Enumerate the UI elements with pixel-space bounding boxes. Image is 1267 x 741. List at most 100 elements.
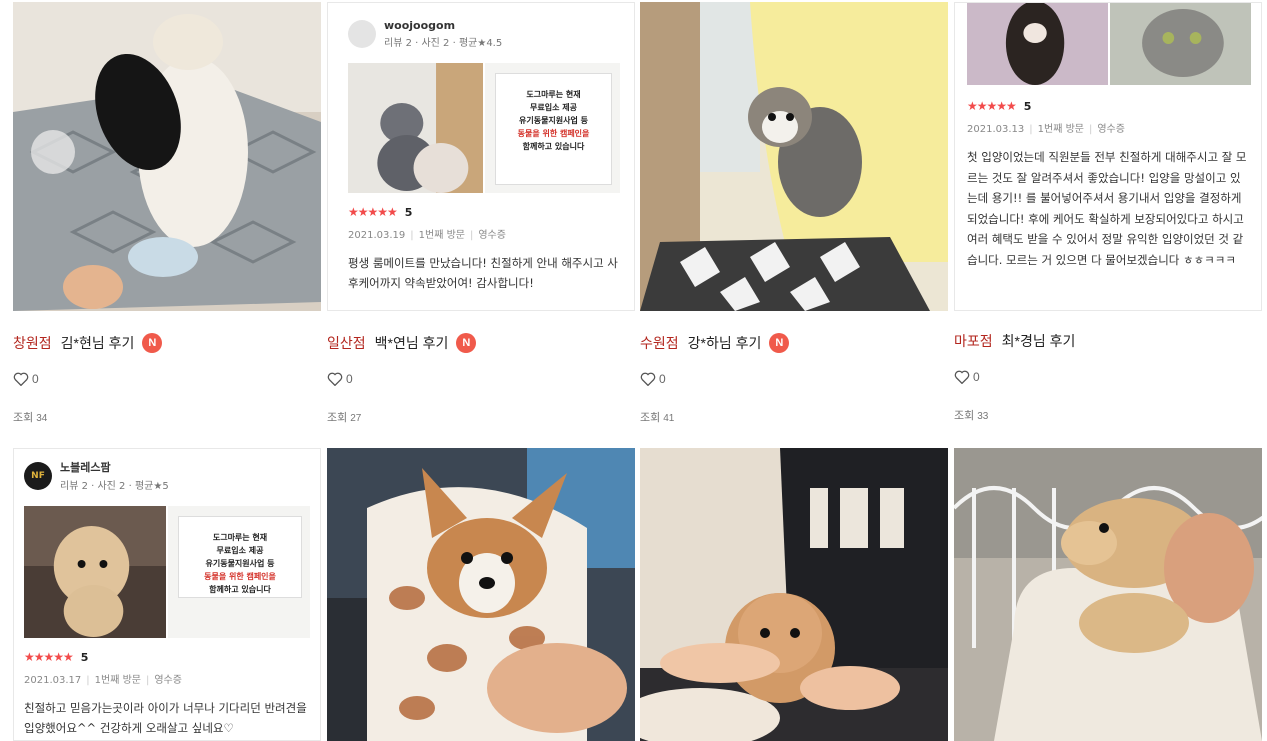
- review-screenshot: NF 노블레스팜 리뷰 2 · 사진 2 · 평균★5 도그마루는 현재 무료입…: [14, 449, 320, 740]
- notice-line: 무료입소 제공: [530, 103, 577, 112]
- notice-line: 함께하고 있습니다: [522, 142, 585, 151]
- new-badge: N: [769, 333, 790, 353]
- rating: ★★★★★ 5: [967, 99, 1251, 113]
- avatar: [348, 20, 376, 48]
- notice-photo: 도그마루는 현재 무료입소 제공 유기동물지원사업 등 동물을 위한 캠페인을 …: [168, 506, 310, 638]
- rating-score: 5: [1023, 99, 1032, 113]
- visit-count: 1번째 방문: [418, 230, 465, 241]
- review-screenshot: woojoogom 리뷰 2 · 사진 2 · 평균★4.5 도그마루는 현재 …: [328, 3, 634, 310]
- notice-line: 동물을 위한 캠페인을: [517, 129, 590, 138]
- author-name: 강*하님 후기: [687, 335, 762, 351]
- notice-line: 유기동물지원사업 등: [205, 559, 275, 568]
- review-title[interactable]: 수원점 강*하님 후기 N: [640, 332, 790, 354]
- avatar: NF: [24, 461, 52, 490]
- notice-line: 도그마루는 현재: [212, 533, 268, 542]
- view-count: 조회 33: [954, 407, 988, 423]
- review-photo[interactable]: woojoogom 리뷰 2 · 사진 2 · 평균★4.5 도그마루는 현재 …: [327, 2, 635, 311]
- like-count: 0: [32, 372, 39, 386]
- view-label: 조회: [640, 412, 661, 424]
- view-number: 34: [36, 413, 48, 424]
- review-screenshot: ★★★★★ 5 2021.03.13 | 1번째 방문 | 영수증 첫 입양이었는데 직…: [955, 3, 1261, 310]
- review-title[interactable]: 창원점 김*현님 후기 N: [13, 332, 163, 354]
- visit-count: 1번째 방문: [1037, 124, 1084, 135]
- poodle-photo-image: [640, 448, 948, 741]
- rating-score: 5: [404, 205, 413, 219]
- new-badge: N: [456, 333, 477, 353]
- golden-puppy-photo-image: [954, 448, 1262, 741]
- review-photo[interactable]: [640, 2, 948, 311]
- view-label: 조회: [954, 410, 975, 422]
- like-button[interactable]: 0: [954, 370, 980, 384]
- reviewer-name: 노블레스팜: [60, 461, 111, 474]
- heart-icon: [13, 372, 29, 386]
- kitten-photo: [348, 63, 483, 193]
- branch-name: 일산점: [327, 335, 366, 351]
- reviewer-stats: 리뷰 2 · 사진 2 · 평균★4.5: [384, 38, 503, 49]
- notice-line: 유기동물지원사업 등: [518, 116, 589, 125]
- branch-name: 수원점: [640, 335, 679, 351]
- cat-photo: [967, 3, 1108, 85]
- view-number: 27: [350, 413, 362, 424]
- review-title[interactable]: 마포점 최*경님 후기: [954, 330, 1075, 352]
- review-photo[interactable]: [640, 448, 948, 741]
- review-photo[interactable]: ★★★★★ 5 2021.03.13 | 1번째 방문 | 영수증 첫 입양이었는데 직…: [954, 2, 1262, 311]
- review-date: 2021.03.13: [967, 124, 1025, 135]
- review-info: 2021.03.17 | 1번째 방문 | 영수증: [24, 675, 182, 686]
- view-label: 조회: [13, 412, 34, 424]
- author-name: 김*현님 후기: [60, 335, 135, 351]
- view-count: 조회 41: [640, 409, 674, 425]
- star-icon: ★★★★★: [24, 650, 74, 664]
- reviewer-name: woojoogom: [384, 19, 456, 32]
- like-button[interactable]: 0: [13, 372, 39, 386]
- notice-photo: 도그마루는 현재 무료입소 제공 유기동물지원사업 등 동물을 위한 캠페인을 …: [485, 63, 620, 193]
- review-info: 2021.03.13 | 1번째 방문 | 영수증: [967, 124, 1125, 135]
- review-text: 친절하고 믿음가는곳이라 아이가 너무나 기다리던 반려견을 입양했어요^^ 건…: [24, 701, 307, 735]
- rating-score: 5: [80, 650, 89, 664]
- corgi-photo-image: [327, 448, 635, 741]
- like-count: 0: [973, 370, 980, 384]
- heart-icon: [640, 372, 656, 386]
- author-name: 최*경님 후기: [1001, 333, 1076, 349]
- review-photo[interactable]: [13, 2, 321, 311]
- receipt-label: 영수증: [1097, 124, 1125, 135]
- view-number: 33: [977, 411, 989, 422]
- notice-line: 도그마루는 현재: [526, 90, 581, 99]
- rating: ★★★★★ 5: [24, 650, 310, 664]
- review-photo[interactable]: [327, 448, 635, 741]
- review-title[interactable]: 일산점 백*연님 후기 N: [327, 332, 477, 354]
- notice-line: 무료입소 제공: [216, 546, 264, 555]
- branch-name: 마포점: [954, 333, 993, 349]
- review-text: 첫 입양이었는데 직원분들 전부 친절하게 대해주시고 잘 모르는 것도 잘 알…: [967, 150, 1247, 267]
- author-name: 백*연님 후기: [374, 335, 449, 351]
- heart-icon: [327, 372, 343, 386]
- reviewer-stats: 리뷰 2 · 사진 2 · 평균★5: [60, 481, 169, 492]
- puppy-photo-image: [13, 2, 321, 311]
- heart-icon: [954, 370, 970, 384]
- notice-line: 함께하고 있습니다: [209, 585, 271, 594]
- notice-line: 동물을 위한 캠페인을: [204, 572, 276, 581]
- review-date: 2021.03.17: [24, 675, 82, 686]
- new-badge: N: [142, 333, 163, 353]
- review-photo[interactable]: [954, 448, 1262, 741]
- branch-name: 창원점: [13, 335, 52, 351]
- view-number: 41: [663, 413, 675, 424]
- view-count: 조회 34: [13, 409, 47, 425]
- like-button[interactable]: 0: [640, 372, 666, 386]
- review-text: 평생 룸메이트를 만났습니다! 친절하게 안내 해주시고 사후케어까지 약속받았…: [348, 256, 618, 290]
- kitten-photo-image: [640, 2, 948, 311]
- cat-photo: [1110, 3, 1251, 85]
- star-icon: ★★★★★: [348, 205, 398, 219]
- review-info: 2021.03.19 | 1번째 방문 | 영수증: [348, 230, 506, 241]
- star-icon: ★★★★★: [967, 99, 1017, 113]
- review-photo[interactable]: NF 노블레스팜 리뷰 2 · 사진 2 · 평균★5 도그마루는 현재 무료입…: [13, 448, 321, 741]
- view-label: 조회: [327, 412, 348, 424]
- review-date: 2021.03.19: [348, 230, 406, 241]
- poodle-photo: [24, 506, 166, 638]
- like-count: 0: [659, 372, 666, 386]
- like-count: 0: [346, 372, 353, 386]
- visit-count: 1번째 방문: [94, 675, 141, 686]
- like-button[interactable]: 0: [327, 372, 353, 386]
- rating: ★★★★★ 5: [348, 205, 620, 219]
- receipt-label: 영수증: [154, 675, 182, 686]
- view-count: 조회 27: [327, 409, 361, 425]
